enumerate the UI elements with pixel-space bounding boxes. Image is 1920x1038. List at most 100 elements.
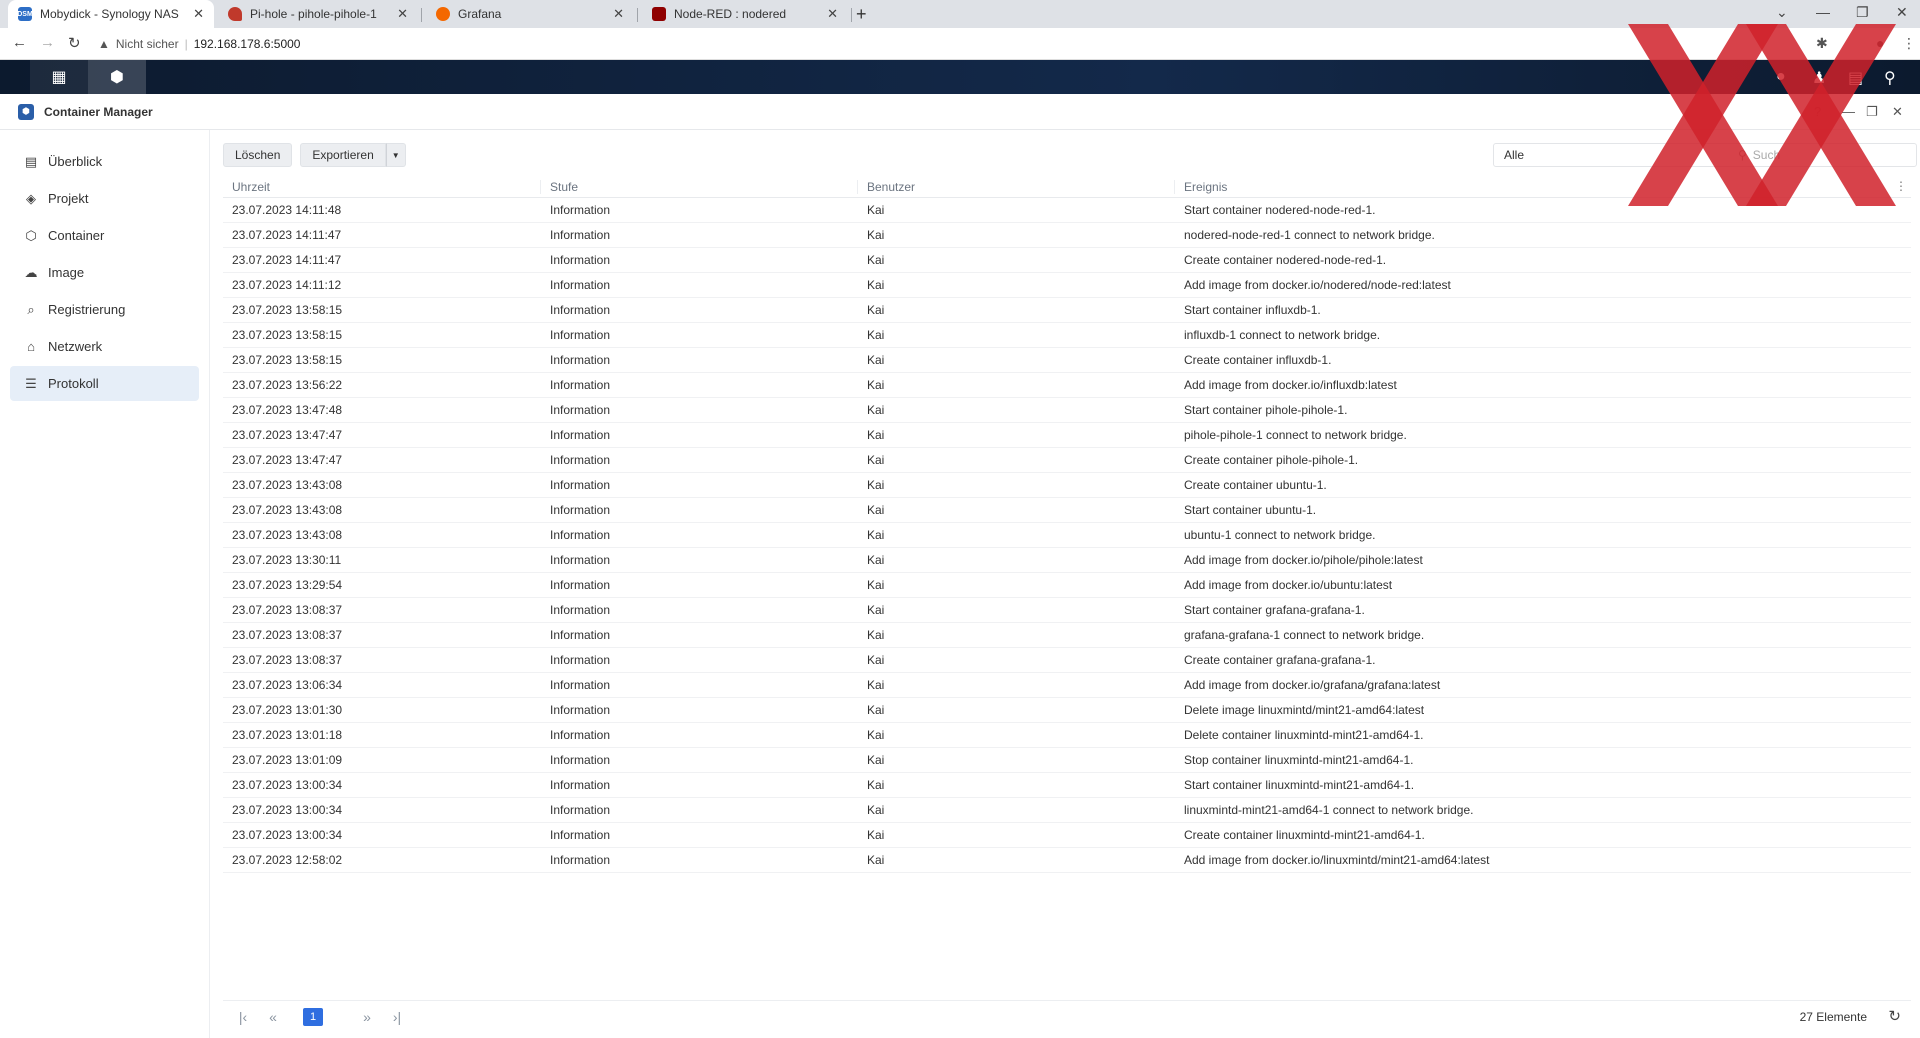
browser-tabstrip: DSM Mobydick - Synology NAS ✕ Pi-hole - … [0,0,1920,28]
table-row[interactable]: 23.07.2023 13:00:34 Information Kai Create … [223,823,1911,848]
user-icon[interactable]: ♟ [1812,68,1826,88]
column-header-event[interactable]: Ereignis [1175,180,1911,194]
table-row[interactable]: 23.07.2023 13:47:47 Information Kai Create … [223,448,1911,473]
new-tab-plus-icon[interactable]: + [856,4,867,25]
table-row[interactable]: 23.07.2023 13:30:11 Information Kai Add ima… [223,548,1911,573]
minimize-icon[interactable]: — [1816,4,1830,20]
cell-time: 23.07.2023 14:11:48 [232,203,342,217]
table-row[interactable]: 23.07.2023 13:01:09 Information Kai Stop co… [223,748,1911,773]
table-row[interactable]: 23.07.2023 13:47:47 Information Kai pihole-… [223,423,1911,448]
column-header-user[interactable]: Benutzer [858,179,1175,194]
container-manager-taskbar-icon[interactable]: ⬢ [88,60,146,94]
cell-level: Information [550,578,611,592]
table-row[interactable]: 23.07.2023 13:01:30 Information Kai Delete … [223,698,1911,723]
table-row[interactable]: 23.07.2023 13:01:18 Information Kai Delete … [223,723,1911,748]
window-close-icon[interactable]: ✕ [1892,104,1903,120]
browser-tab-grafana[interactable]: Grafana ✕ [426,0,634,28]
restore-icon[interactable]: ❐ [1856,4,1869,21]
cell-time: 23.07.2023 13:01:30 [232,703,343,717]
close-icon[interactable]: ✕ [613,6,624,22]
sidebar-item-log[interactable]: ☰ Protokoll [10,366,199,401]
sidebar-item-label: Container [48,228,105,243]
cell-event: Add image from docker.io/influxdb:latest [1184,378,1397,392]
cell-level: Information [550,403,611,417]
pihole-icon [228,7,242,21]
table-row[interactable]: 23.07.2023 14:11:12 Information Kai Add ima… [223,273,1911,298]
cell-time: 23.07.2023 13:47:48 [232,403,343,417]
current-page-button[interactable]: 1 [303,1007,323,1026]
main-menu-grid-icon[interactable]: ▦ [30,60,88,94]
back-arrow-icon[interactable]: ← [12,34,27,51]
table-row[interactable]: 23.07.2023 13:43:08 Information Kai Start c… [223,498,1911,523]
url-text: 192.168.178.6:5000 [193,37,301,51]
sidebar-item-network[interactable]: ⌂ Netzwerk [10,329,199,364]
browser-tab-synology[interactable]: DSM Mobydick - Synology NAS ✕ [8,0,214,28]
next-page-icon[interactable]: » [357,1009,377,1025]
browser-tab-nodered[interactable]: Node-RED : nodered ✕ [642,0,848,28]
reload-icon[interactable]: ↻ [68,34,81,52]
table-row[interactable]: 23.07.2023 13:58:15 Information Kai Start c… [223,298,1911,323]
table-row[interactable]: 23.07.2023 13:43:08 Information Kai ubuntu-… [223,523,1911,548]
table-row[interactable]: 23.07.2023 13:47:48 Information Kai Start c… [223,398,1911,423]
log-filter-search[interactable]: Alle ⚲ Such [1493,143,1917,167]
cell-time: 23.07.2023 13:56:22 [232,378,343,392]
help-icon[interactable]: ? [1814,104,1821,119]
table-row[interactable]: 23.07.2023 13:06:34 Information Kai Add ima… [223,673,1911,698]
forward-arrow-icon[interactable]: → [40,34,55,51]
sidebar-item-label: Image [48,265,85,280]
table-row[interactable]: 23.07.2023 12:58:02 Information Kai Add ima… [223,848,1911,873]
close-icon[interactable]: ✕ [827,6,838,22]
cell-user: Kai [867,578,885,592]
sidebar-item-project[interactable]: ◈ Projekt [10,181,199,216]
table-row[interactable]: 23.07.2023 13:08:37 Information Kai Create … [223,648,1911,673]
table-row[interactable]: 23.07.2023 14:11:48 Information Kai Start c… [223,198,1911,223]
refresh-icon[interactable]: ↻ [1888,1007,1901,1025]
browser-toolbar: ← → ↻ ▲ Nicht sicher | 192.168.178.6:500… [0,28,1920,60]
delete-button[interactable]: Löschen [223,143,293,167]
window-close-icon[interactable]: ✕ [1896,4,1908,21]
search-input[interactable]: Such [1753,148,1780,162]
window-maximize-icon[interactable]: ❐ [1866,104,1878,120]
cell-level: Information [550,478,611,492]
previous-page-icon[interactable]: « [263,1009,283,1025]
window-minimize-icon[interactable]: — [1842,104,1855,119]
sidebar-item-image[interactable]: ☁ Image [10,255,199,290]
table-row[interactable]: 23.07.2023 13:08:37 Information Kai Start c… [223,598,1911,623]
extensions-puzzle-icon[interactable]: ✱ [1816,35,1828,52]
column-header-level[interactable]: Stufe [541,179,858,194]
table-row[interactable]: 23.07.2023 13:08:37 Information Kai grafana… [223,623,1911,648]
cell-time: 23.07.2023 13:01:09 [232,753,343,767]
export-dropdown-caret-icon[interactable]: ▼ [385,143,406,167]
table-row[interactable]: 23.07.2023 14:11:47 Information Kai nodered… [223,223,1911,248]
widgets-icon[interactable]: ▤ [1848,68,1863,88]
sidebar-item-overview[interactable]: ▤ Überblick [10,144,199,179]
export-button[interactable]: Exportieren [300,143,386,167]
table-row[interactable]: 23.07.2023 13:58:15 Information Kai influxd… [223,323,1911,348]
sidebar-item-registry[interactable]: ⌕ Registrierung [10,292,199,327]
address-bar[interactable]: ▲ Nicht sicher | 192.168.178.6:5000 [98,32,1798,56]
sidebar-item-container[interactable]: ⬡ Container [10,218,199,253]
table-row[interactable]: 23.07.2023 13:56:22 Information Kai Add ima… [223,373,1911,398]
table-row[interactable]: 23.07.2023 14:11:47 Information Kai Create … [223,248,1911,273]
last-page-icon[interactable]: ›| [387,1009,407,1025]
column-header-time[interactable]: Uhrzeit [223,179,541,194]
profile-icon[interactable]: ● [1876,35,1884,51]
column-options-icon[interactable]: ⋮ [1895,179,1907,193]
table-row[interactable]: 23.07.2023 13:29:54 Information Kai Add ima… [223,573,1911,598]
tab-search-chevron-icon[interactable]: ⌄ [1776,4,1788,21]
table-row[interactable]: 23.07.2023 13:00:34 Information Kai linuxmi… [223,798,1911,823]
log-list-icon: ☰ [25,375,37,391]
search-icon[interactable]: ⚲ [1884,68,1896,88]
notifications-icon[interactable]: ● [1776,68,1786,86]
close-icon[interactable]: ✕ [193,6,204,22]
table-row[interactable]: 23.07.2023 13:00:34 Information Kai Start c… [223,773,1911,798]
close-icon[interactable]: ✕ [397,6,408,22]
table-row[interactable]: 23.07.2023 13:58:15 Information Kai Create … [223,348,1911,373]
browser-menu-icon[interactable]: ⋮ [1902,35,1916,52]
first-page-icon[interactable]: |‹ [233,1009,253,1025]
window-title: Container Manager [44,104,153,119]
table-row[interactable]: 23.07.2023 13:43:08 Information Kai Create … [223,473,1911,498]
cell-level: Information [550,778,611,792]
level-filter-select[interactable]: Alle [1504,148,1734,162]
browser-tab-pihole[interactable]: Pi-hole - pihole-pihole-1 ✕ [218,0,418,28]
